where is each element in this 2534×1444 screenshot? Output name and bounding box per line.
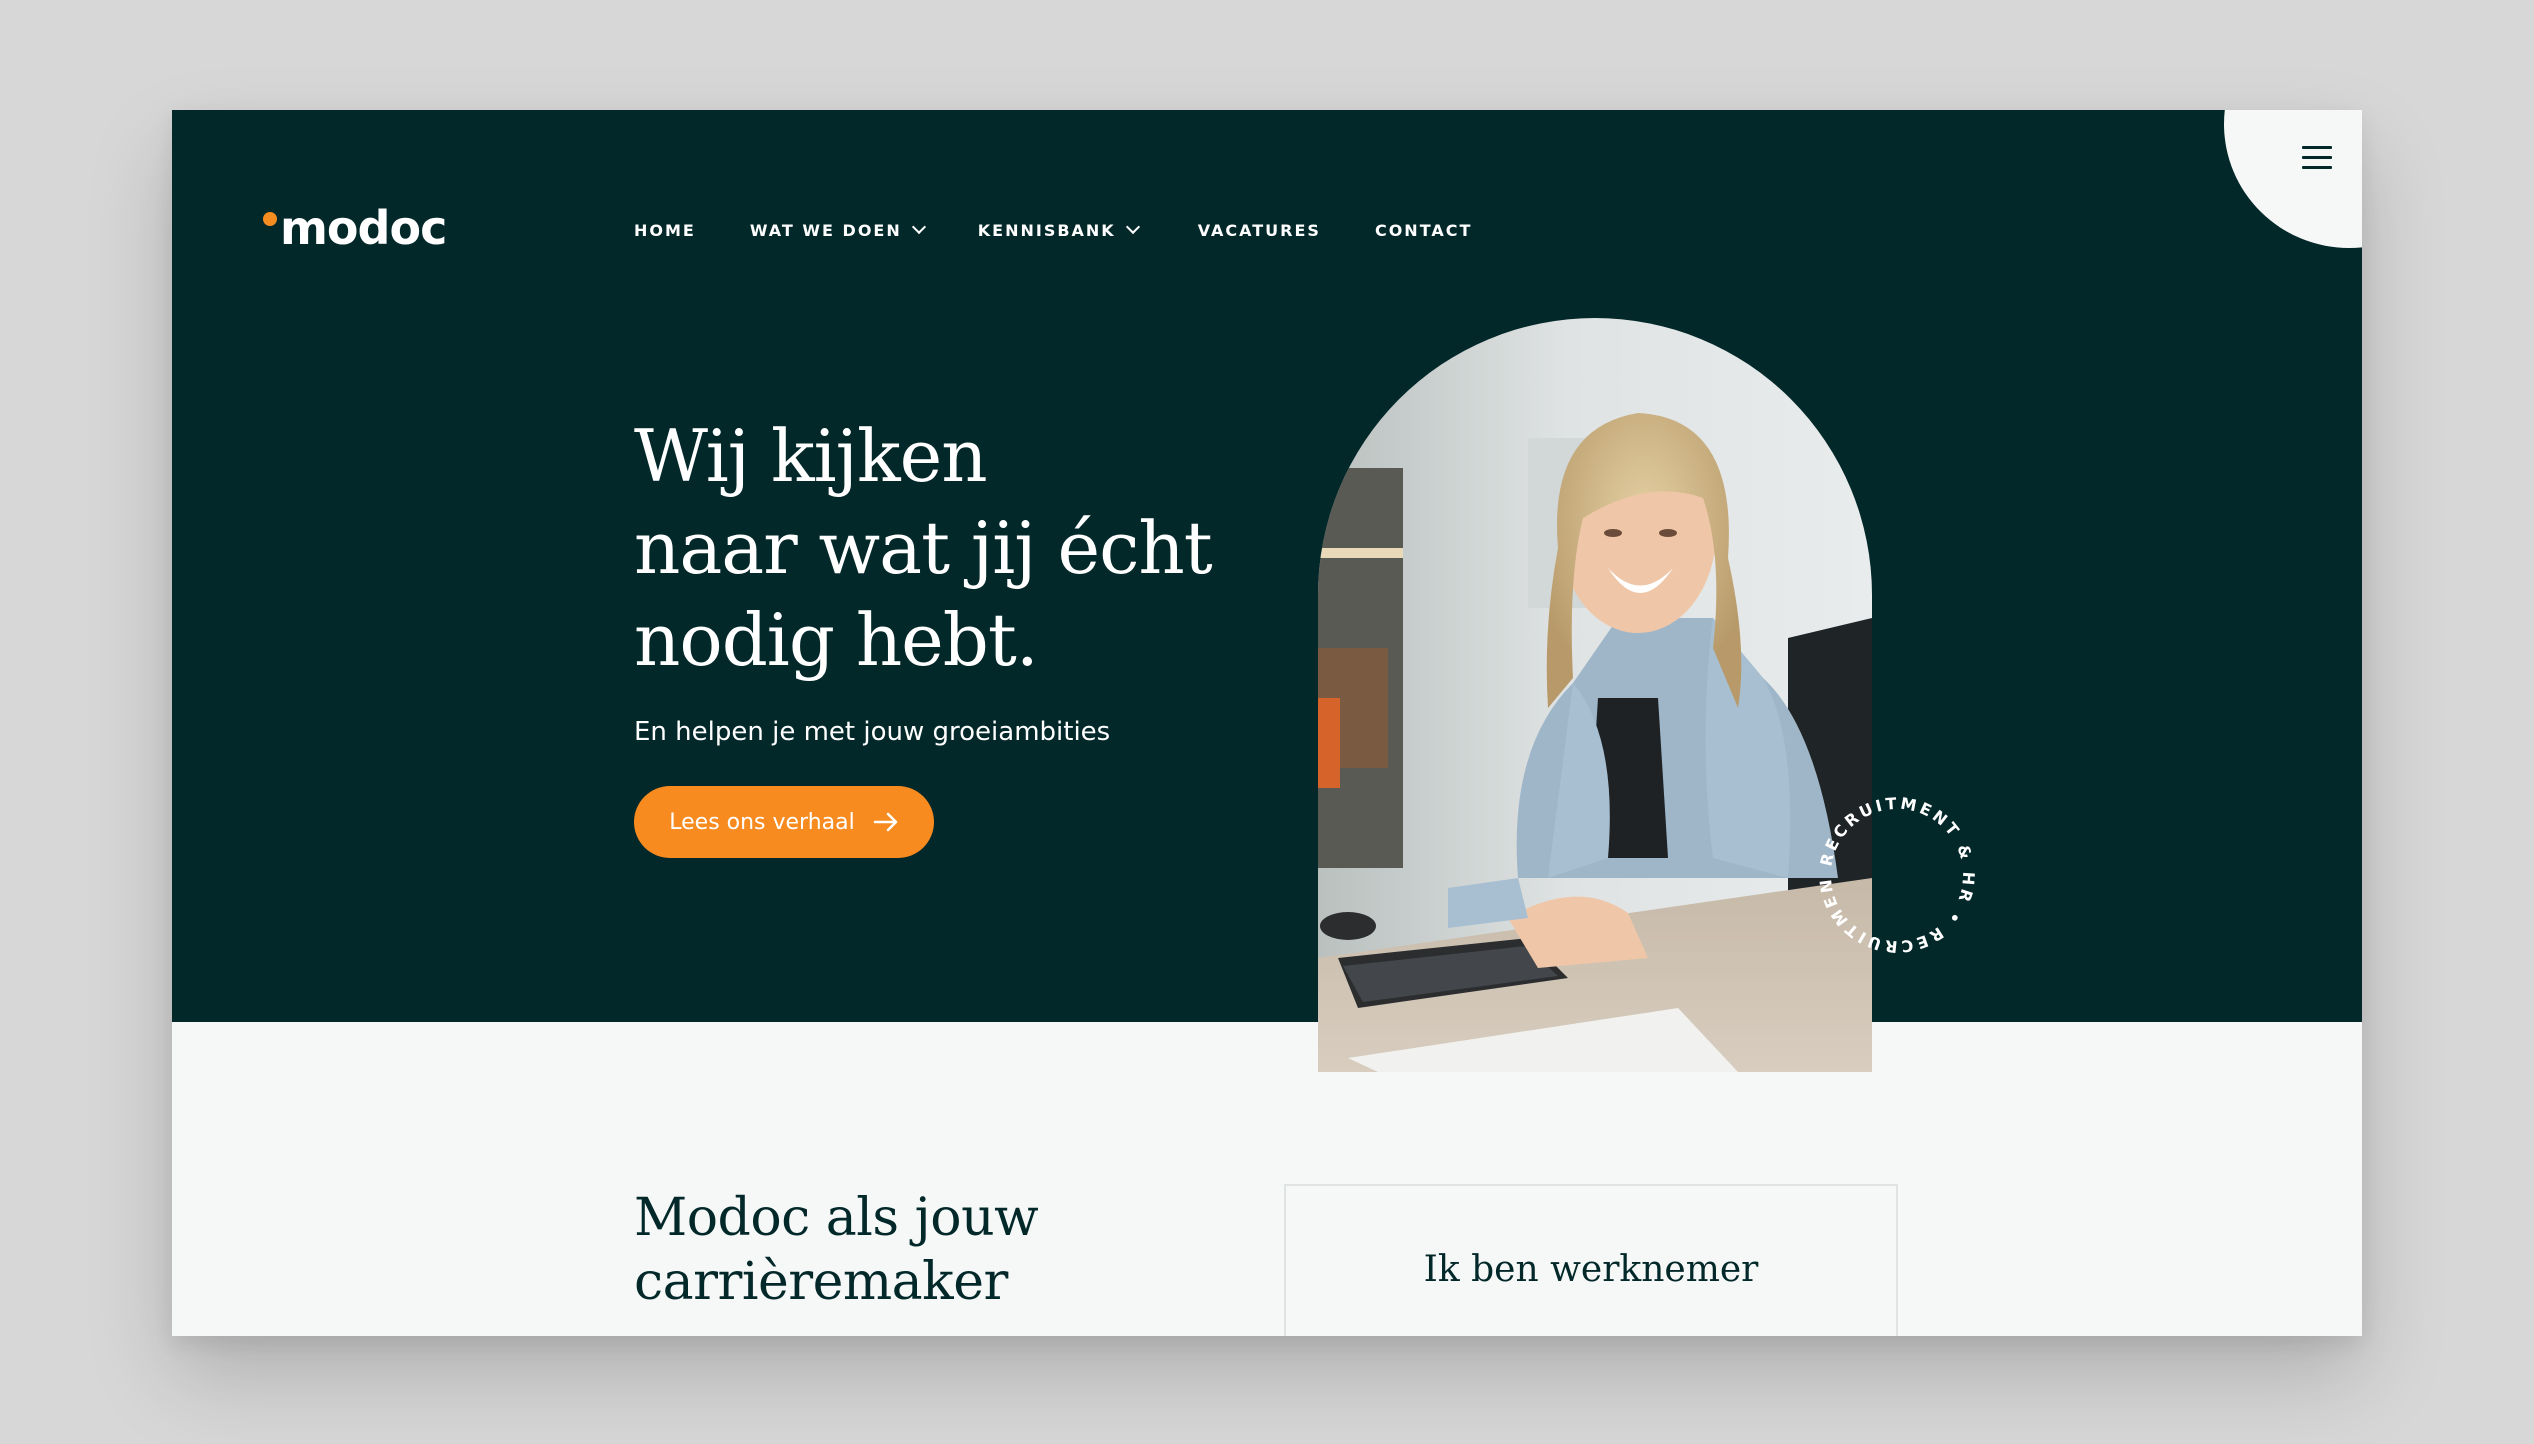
- hamburger-menu-icon[interactable]: [2302, 146, 2332, 170]
- hero-photo: [1318, 318, 1872, 1072]
- chevron-down-icon: [1125, 219, 1140, 235]
- nav-vacatures[interactable]: VACATURES: [1198, 221, 1321, 240]
- section-title: Modoc als jouw carrièremaker: [634, 1186, 1194, 1314]
- nav-contact[interactable]: CONTACT: [1375, 221, 1472, 240]
- nav-wat-we-doen-label: WAT WE DOEN: [749, 220, 902, 240]
- main-nav: HOME WAT WE DOEN KENNISBANK VACATURES CO…: [634, 210, 1526, 250]
- hero-title-line: naar wat jij écht: [634, 506, 1213, 590]
- nav-home[interactable]: HOME: [634, 221, 696, 240]
- nav-home-label: HOME: [634, 220, 696, 240]
- hero-title-line: nodig hebt.: [634, 598, 1039, 682]
- section-title-line: Modoc als jouw: [634, 1188, 1039, 1248]
- hero-title: Wij kijken naar wat jij écht nodig hebt.: [634, 410, 1254, 686]
- logo[interactable]: modoc: [263, 198, 447, 258]
- nav-vacatures-label: VACATURES: [1197, 220, 1321, 240]
- cta-button[interactable]: Lees ons verhaal: [634, 786, 934, 858]
- logo-text: modoc: [280, 201, 447, 255]
- badge-text: RECRUITMENT & HR • RECRUITMENT & HR •: [1812, 790, 1975, 956]
- section-title-line: carrièremaker: [634, 1252, 1008, 1312]
- hero-section: modoc HOME WAT WE DOEN KENNISBANK VACATU…: [172, 110, 2362, 1022]
- hero-subtitle: En helpen je met jouw groeiambities: [634, 717, 1111, 747]
- browser-viewport: modoc HOME WAT WE DOEN KENNISBANK VACATU…: [172, 110, 2362, 1336]
- arrow-right-icon: [873, 812, 897, 832]
- logo-dot: [263, 212, 277, 226]
- hero-title-line: Wij kijken: [634, 414, 988, 498]
- svg-text:RECRUITMENT & HR • RECRUITMENT: RECRUITMENT & HR • RECRUITMENT & HR •: [1812, 790, 1978, 956]
- nav-contact-label: CONTACT: [1374, 220, 1473, 240]
- chevron-down-icon: [911, 219, 926, 235]
- cta-label: Lees ons verhaal: [669, 809, 855, 835]
- nav-wat-we-doen[interactable]: WAT WE DOEN: [749, 219, 926, 240]
- hero-photo-illustration: [1318, 318, 1872, 1072]
- recruitment-hr-badge: RECRUITMENT & HR • RECRUITMENT & HR •: [1812, 790, 1978, 956]
- card-title: Ik ben werknemer: [1423, 1249, 1759, 1290]
- werknemer-card[interactable]: Ik ben werknemer: [1284, 1184, 1898, 1336]
- nav-kennisbank-label: KENNISBANK: [977, 220, 1116, 240]
- nav-kennisbank[interactable]: KENNISBANK: [977, 219, 1140, 240]
